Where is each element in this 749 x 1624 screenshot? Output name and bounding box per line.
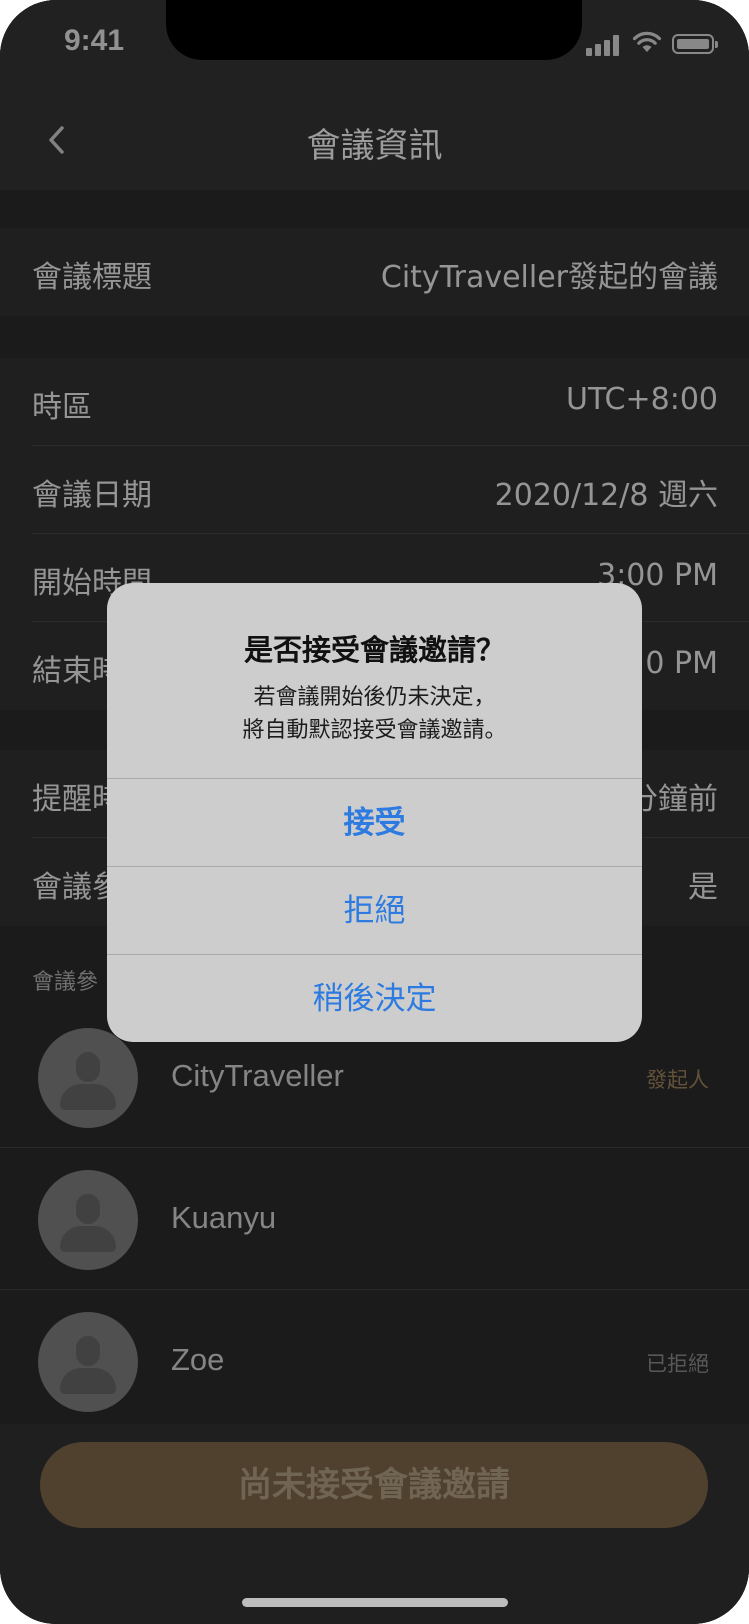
home-indicator[interactable] — [242, 1598, 508, 1607]
phone-frame: 9:41 會議資訊 會議標題 CityTraveller發起的會議 時區 UTC… — [0, 0, 749, 1624]
invitation-alert-dialog: 是否接受會議邀請？ 若會議開始後仍未決定， 將自動默認接受會議邀請。 接受 拒絕… — [107, 583, 642, 1042]
accept-button[interactable]: 接受 — [107, 778, 642, 867]
alert-title: 是否接受會議邀請？ — [243, 633, 505, 667]
decline-button[interactable]: 拒絕 — [107, 866, 642, 955]
alert-message-line: 將自動默認接受會議邀請。 — [242, 718, 507, 743]
screen: 9:41 會議資訊 會議標題 CityTraveller發起的會議 時區 UTC… — [0, 0, 749, 1624]
alert-message-line: 若會議開始後仍未決定， — [253, 685, 496, 710]
decide-later-button[interactable]: 稍後決定 — [107, 954, 642, 1042]
alert-message: 若會議開始後仍未決定， 將自動默認接受會議邀請。 — [107, 681, 642, 747]
